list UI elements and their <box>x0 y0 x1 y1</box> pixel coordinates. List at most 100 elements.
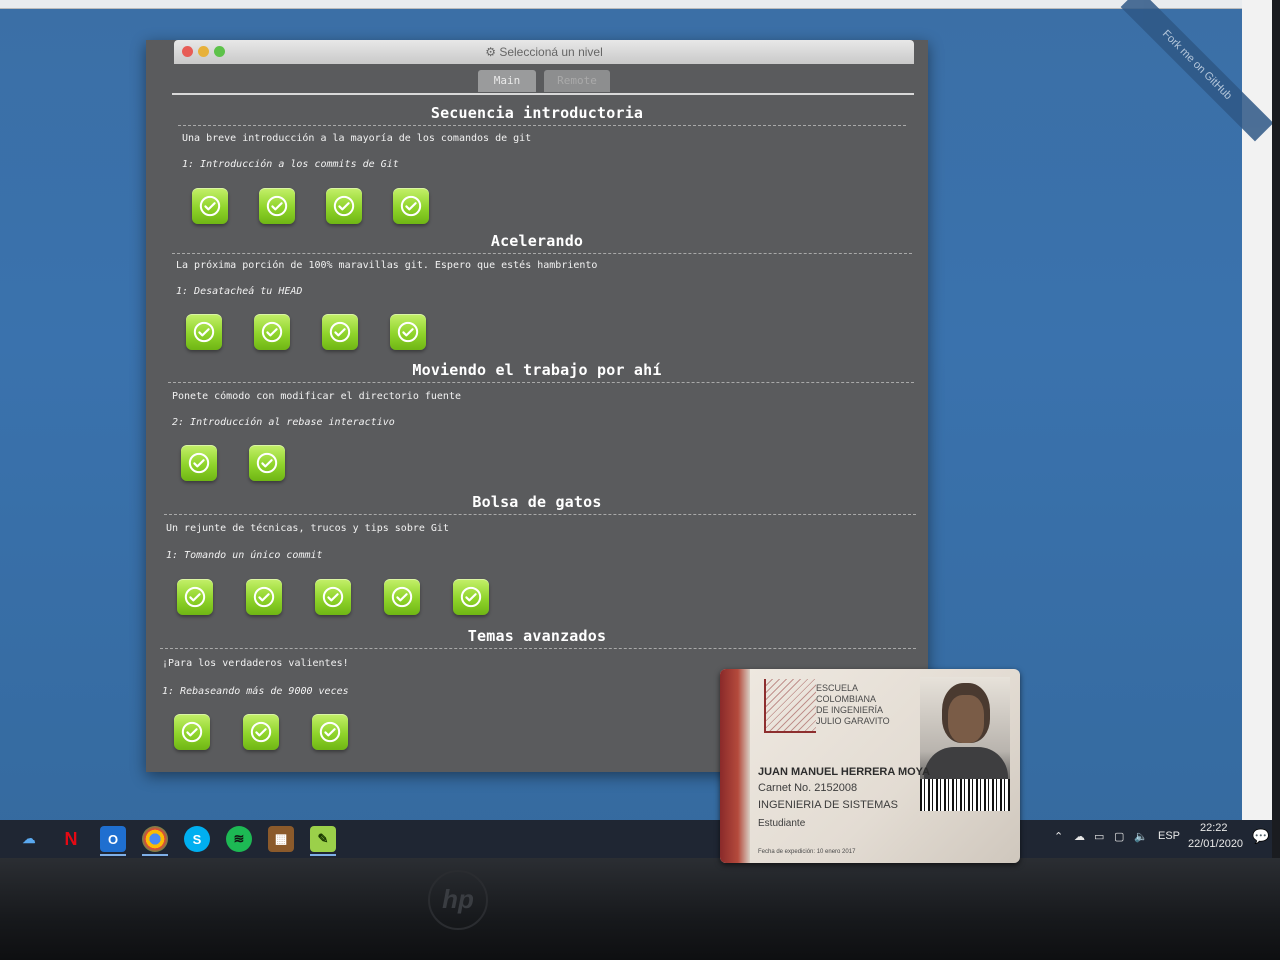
section-title: Moviendo el trabajo por ahí <box>412 361 662 379</box>
section-divider <box>164 514 916 515</box>
check-circle-icon <box>333 195 355 217</box>
tab-bar: Main Remote <box>478 70 610 92</box>
level-complete-button[interactable] <box>254 314 290 350</box>
tab-divider <box>172 93 914 95</box>
tab-main[interactable]: Main <box>478 70 536 92</box>
school-line: JULIO GARAVITO <box>816 716 890 726</box>
issue-date: Fecha de expedición: 10 enero 2017 <box>758 849 856 855</box>
clock-date[interactable]: 22/01/2020 <box>1188 838 1243 850</box>
section-description: Ponete cómodo con modificar el directori… <box>172 391 461 402</box>
monitor-bezel <box>0 858 1280 960</box>
level-complete-button[interactable] <box>246 579 282 615</box>
program-name: INGENIERIA DE SISTEMAS <box>758 799 898 811</box>
cloud-off-icon[interactable]: ☁ <box>1074 830 1085 843</box>
school-name: ESCUELA COLOMBIANA DE INGENIERÍA JULIO G… <box>816 683 890 727</box>
section-divider <box>178 125 906 126</box>
check-circle-icon <box>322 586 344 608</box>
check-circle-icon <box>397 321 419 343</box>
level-complete-button[interactable] <box>181 445 217 481</box>
section-divider <box>172 253 912 254</box>
volume-icon[interactable]: 🔈 <box>1134 830 1148 843</box>
maximize-button[interactable] <box>214 46 225 57</box>
check-circle-icon <box>250 721 272 743</box>
network-icon[interactable]: ▢ <box>1114 830 1124 843</box>
section-title: Secuencia introductoria <box>430 104 644 122</box>
monitor-screen: Fork me on GitHub ⚙ Seleccioná un nivel … <box>0 0 1272 858</box>
level-complete-button[interactable] <box>259 188 295 224</box>
level-complete-button[interactable] <box>322 314 358 350</box>
school-line: DE INGENIERÍA <box>816 705 884 715</box>
active-app-indicator <box>142 854 168 856</box>
language-indicator[interactable]: ESP <box>1158 830 1180 842</box>
current-level-label: 1: Tomando un único commit <box>166 550 323 561</box>
notepad-icon[interactable]: ✎ <box>310 826 336 852</box>
tab-remote[interactable]: Remote <box>544 70 610 92</box>
skype-icon[interactable]: S <box>184 826 210 852</box>
tray-chevron-icon[interactable]: ⌃ <box>1054 830 1063 843</box>
level-complete-button[interactable] <box>393 188 429 224</box>
level-complete-button[interactable] <box>177 579 213 615</box>
current-level-label: 1: Introducción a los commits de Git <box>182 159 399 170</box>
browser-top-strip <box>0 0 1250 9</box>
notification-icon[interactable]: 💬 <box>1252 828 1269 845</box>
level-complete-button[interactable] <box>453 579 489 615</box>
netflix-icon[interactable]: N <box>58 826 84 852</box>
school-line: COLOMBIANA <box>816 694 877 704</box>
chrome-icon[interactable] <box>142 826 168 852</box>
close-button[interactable] <box>182 46 193 57</box>
check-circle-icon <box>329 321 351 343</box>
card-color-stripe <box>720 669 750 863</box>
level-complete-button[interactable] <box>384 579 420 615</box>
section-title: Acelerando <box>490 232 584 250</box>
level-complete-button[interactable] <box>249 445 285 481</box>
minecraft-icon[interactable]: ▦ <box>268 826 294 852</box>
check-circle-icon <box>460 586 482 608</box>
school-logo <box>764 679 816 733</box>
level-complete-button[interactable] <box>390 314 426 350</box>
level-badges <box>186 314 426 350</box>
hp-logo: hp <box>428 870 488 930</box>
section-description: Una breve introducción a la mayoría de l… <box>182 133 532 144</box>
check-circle-icon <box>400 195 422 217</box>
level-badges <box>192 188 429 224</box>
photo-face <box>948 695 984 743</box>
level-complete-button[interactable] <box>326 188 362 224</box>
outlook-icon[interactable]: O <box>100 826 126 852</box>
level-complete-button[interactable] <box>315 579 351 615</box>
check-circle-icon <box>319 721 341 743</box>
check-circle-icon <box>391 586 413 608</box>
check-circle-icon <box>199 195 221 217</box>
current-level-label: 1: Desatacheá tu HEAD <box>176 286 303 297</box>
section-title: Temas avanzados <box>467 627 607 645</box>
level-badges <box>177 579 489 615</box>
section-divider <box>168 382 914 383</box>
level-complete-button[interactable] <box>192 188 228 224</box>
check-circle-icon <box>256 452 278 474</box>
section-description: Un rejunte de técnicas, trucos y tips so… <box>166 523 449 534</box>
student-name: JUAN MANUEL HERRERA MOYA <box>758 766 930 778</box>
spotify-icon[interactable]: ≋ <box>226 826 252 852</box>
barcode <box>920 779 1010 811</box>
level-complete-button[interactable] <box>312 714 348 750</box>
level-complete-button[interactable] <box>243 714 279 750</box>
taskbar: ☁ N O S ≋ ▦ ✎ ⌃ ☁ ▭ ▢ 🔈 ESP 22:22 22/01/… <box>0 820 1272 858</box>
level-badges <box>174 714 348 750</box>
current-level-label: 1: Rebaseando más de 9000 veces <box>162 686 349 697</box>
check-circle-icon <box>193 321 215 343</box>
check-circle-icon <box>266 195 288 217</box>
onedrive-icon[interactable]: ☁ <box>16 826 42 852</box>
role-label: Estudiante <box>758 818 806 829</box>
window-titlebar: ⚙ Seleccioná un nivel <box>174 40 914 64</box>
clock-time[interactable]: 22:22 <box>1200 822 1228 834</box>
level-complete-button[interactable] <box>186 314 222 350</box>
battery-icon[interactable]: ▭ <box>1094 830 1104 843</box>
active-app-indicator <box>310 854 336 856</box>
current-level-label: 2: Introducción al rebase interactivo <box>172 417 395 428</box>
level-complete-button[interactable] <box>174 714 210 750</box>
check-circle-icon <box>188 452 210 474</box>
section-divider <box>160 648 916 649</box>
minimize-button[interactable] <box>198 46 209 57</box>
check-circle-icon <box>261 321 283 343</box>
check-circle-icon <box>184 586 206 608</box>
student-id-card: ESCUELA COLOMBIANA DE INGENIERÍA JULIO G… <box>720 669 1020 863</box>
